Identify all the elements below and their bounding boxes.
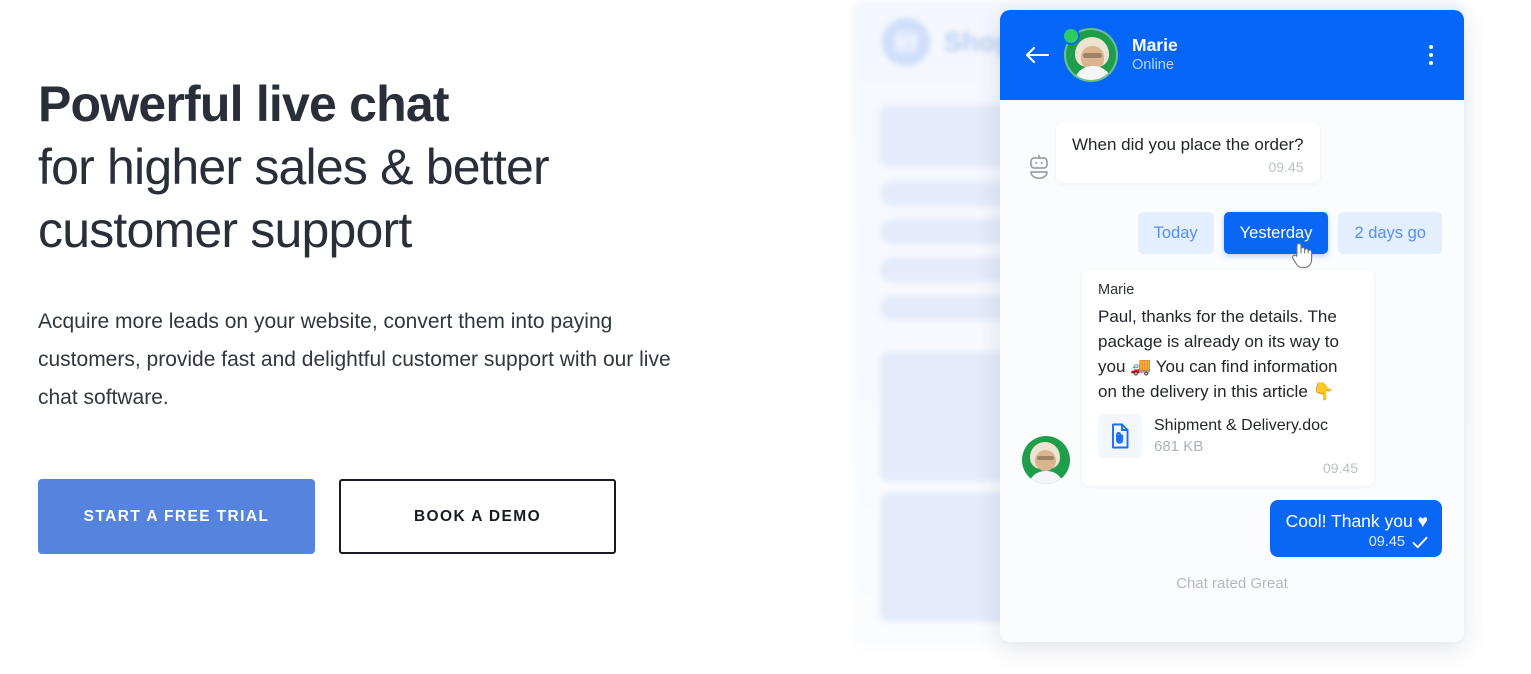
message-row-visitor: Cool! Thank you ♥ 09.45 [1022,500,1442,557]
message-row-agent: Marie Paul, thanks for the details. The … [1022,270,1442,486]
robot-icon [1022,146,1056,190]
page-title: Powerful live chat for higher sales & be… [38,73,738,262]
hero-subcopy: Acquire more leads on your website, conv… [38,310,671,409]
agent-message-sender: Marie [1098,282,1135,298]
visitor-message-time: 09.45 [1368,534,1405,550]
quick-reply-2-days-go[interactable]: 2 days go [1338,212,1442,254]
visitor-message-text: Cool! Thank you ♥ [1285,511,1428,531]
file-size: 681 KB [1154,438,1204,455]
hero-copy-block: Powerful live chat for higher sales & be… [38,0,778,674]
bot-message-bubble: When did you place the order? 09.45 [1056,122,1320,183]
landing-page-hero: Powerful live chat for higher sales & be… [0,0,1531,674]
chat-header: Marie Online [1000,10,1464,100]
headline-line-1: Powerful live chat [38,76,450,132]
start-free-trial-button[interactable]: START A FREE TRIAL [38,479,315,554]
visitor-message-bubble: Cool! Thank you ♥ 09.45 [1269,500,1442,557]
chat-agent-name: Marie [1132,35,1178,55]
file-meta: Shipment & Delivery.doc 681 KB [1154,415,1328,457]
quick-reply-yesterday[interactable]: Yesterday [1223,212,1329,254]
message-row-bot: When did you place the order? 09.45 [1022,122,1442,190]
live-chat-widget: Marie Online When did you place the orde… [1000,10,1464,642]
file-name: Shipment & Delivery.doc [1154,417,1328,434]
quick-reply-chip-row: Today Yesterday 2 days go [1022,212,1442,269]
headline-line-3: customer support [38,202,412,258]
background-shop-row: Shop [882,18,1012,66]
document-attachment-icon [1098,414,1142,458]
back-arrow-icon[interactable] [1020,38,1054,72]
avatar [1062,27,1118,82]
agent-message-bubble: Marie Paul, thanks for the details. The … [1082,270,1374,486]
book-demo-button[interactable]: BOOK A DEMO [339,479,616,554]
chat-agent-status: Online [1132,57,1174,73]
quick-reply-today[interactable]: Today [1137,212,1214,254]
bot-message-time: 09.45 [1268,159,1304,175]
visitor-message-meta: 09.45 [1286,534,1428,550]
chat-rating-note: Chat rated Great [1176,575,1288,592]
chat-header-text: Marie Online [1132,35,1418,75]
file-attachment[interactable]: Shipment & Delivery.doc 681 KB [1098,414,1358,458]
headline-line-2: for higher sales & better [38,139,550,195]
cta-button-row: START A FREE TRIAL BOOK A DEMO [38,479,616,554]
agent-avatar [1022,436,1070,484]
store-icon [882,18,930,66]
chat-message-list: When did you place the order? 09.45 Toda… [1000,100,1464,642]
agent-message-time: 09.45 [1322,460,1358,476]
online-status-dot [1062,27,1080,45]
sent-check-icon [1412,536,1428,548]
kebab-menu-icon[interactable] [1418,39,1444,71]
bot-message-text: When did you place the order? [1072,135,1304,154]
agent-message-text: Paul, thanks for the details. The packag… [1098,307,1339,401]
